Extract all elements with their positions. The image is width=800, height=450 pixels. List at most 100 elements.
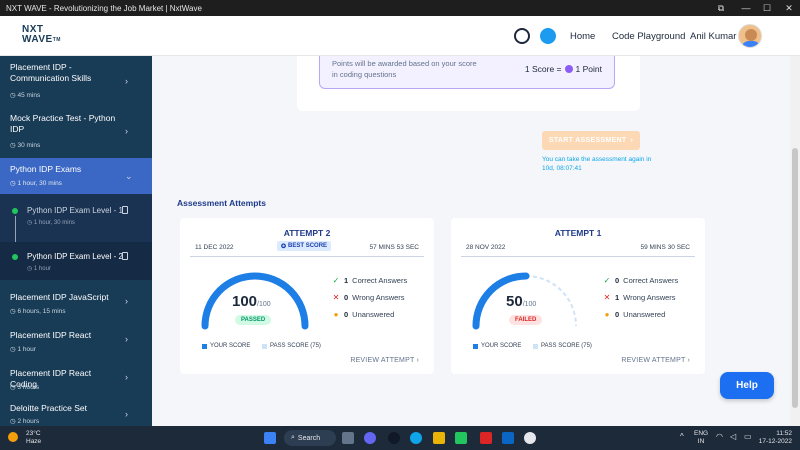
- sidebar-item-mock-practice-test[interactable]: Mock Practice Test - Python IDP ◷ 30 min…: [0, 104, 152, 154]
- windows-start-icon[interactable]: [264, 432, 276, 444]
- score-value: 50: [506, 293, 523, 310]
- main-content: Points will be awarded based on your sco…: [152, 56, 790, 426]
- chevron-right-icon: ›: [125, 296, 128, 306]
- chevron-down-icon: ⌄: [125, 171, 133, 181]
- tray-chevron-up-icon[interactable]: ^: [680, 433, 684, 441]
- attempt-card-1: ATTEMPT 1 28 NOV 2022 59 MINS 30 SEC 50/…: [451, 218, 705, 374]
- weather-condition: Haze: [26, 438, 42, 445]
- divider: [190, 256, 424, 257]
- logo-tm: TM: [52, 37, 61, 43]
- retake-note: You can take the assessment again in 10d…: [542, 156, 652, 172]
- sidebar-subitem-exam-level-1[interactable]: Python IDP Exam Level - 1 ◷ 1 hour, 30 m…: [0, 194, 152, 246]
- store-icon[interactable]: [455, 432, 467, 444]
- volume-icon[interactable]: ◁: [730, 433, 736, 441]
- subitem-label: Python IDP Exam Level - 2: [27, 252, 123, 261]
- duration-text: 45 mins: [17, 92, 41, 99]
- attempt-date: 28 NOV 2022: [466, 244, 506, 251]
- stopwatch-icon[interactable]: [514, 28, 530, 44]
- share-icon[interactable]: ⧉: [710, 0, 732, 16]
- legend-your-score: YOUR SCORE: [473, 343, 521, 349]
- sidebar-subitem-exam-level-2[interactable]: Python IDP Exam Level - 2 ◷ 1 hour: [0, 242, 152, 280]
- dell-icon[interactable]: [388, 432, 400, 444]
- review-attempt-link[interactable]: REVIEW ATTEMPT ›: [350, 357, 419, 364]
- legend-your-score: YOUR SCORE: [202, 343, 250, 349]
- avatar-face: [745, 29, 757, 41]
- sidebar-item-placement-react[interactable]: Placement IDP React ◷ 1 hour ›: [0, 322, 152, 358]
- task-view-icon[interactable]: [342, 432, 354, 444]
- check-icon: ✓: [332, 276, 340, 285]
- teams-icon[interactable]: [364, 432, 376, 444]
- user-name[interactable]: Anil Kumar: [690, 31, 736, 42]
- sidebar-item-python-idp-exams[interactable]: Python IDP Exams ◷ 1 hour, 30 mins ⌄: [0, 158, 152, 194]
- chevron-right-icon: ›: [687, 357, 690, 364]
- chat-icon[interactable]: [540, 28, 556, 44]
- sun-icon: [8, 432, 18, 442]
- divider: [461, 256, 695, 257]
- sidebar-item-label: Placement IDP JavaScript: [10, 292, 109, 302]
- dot-icon: ●: [604, 310, 610, 319]
- help-button[interactable]: Help: [720, 372, 774, 399]
- sidebar-item-duration: ◷ 1 hour, 30 mins: [10, 180, 62, 187]
- correct-label: Correct Answers: [352, 276, 408, 285]
- check-icon: ✓: [603, 276, 611, 285]
- stat-unanswered: ● 0 Unanswered: [603, 310, 666, 319]
- logo-line2: WAVE: [22, 34, 53, 45]
- sidebar-item-label: Mock Practice Test - Python IDP: [10, 113, 116, 134]
- clock-date: 17-12-2022: [758, 438, 792, 445]
- sidebar-item-duration: ◷ 30 mins: [10, 142, 41, 149]
- nav-code-playground-link[interactable]: Code Playground: [612, 31, 685, 42]
- legend-label: YOUR SCORE: [210, 343, 251, 349]
- close-button[interactable]: ✕: [778, 0, 800, 16]
- wifi-icon[interactable]: ◠: [716, 433, 723, 441]
- search-icon: ⌕: [291, 434, 295, 441]
- unanswered-label: Unanswered: [623, 310, 666, 319]
- battery-icon[interactable]: ▭: [744, 433, 752, 441]
- chevron-right-icon: ›: [416, 357, 419, 364]
- start-assessment-label: START ASSESSMENT: [548, 137, 627, 144]
- correct-count: 1: [344, 276, 349, 285]
- scrollbar-thumb[interactable]: [792, 148, 798, 408]
- legend-swatch: [202, 343, 207, 349]
- review-label: REVIEW ATTEMPT: [621, 357, 686, 364]
- sidebar-item-duration: ◷ 45 mins: [10, 92, 41, 99]
- nxtwave-logo[interactable]: NXT WAVETM: [22, 25, 61, 45]
- legend-label: PASS SCORE (75): [541, 343, 592, 349]
- avatar-shirt: [741, 41, 761, 47]
- clock[interactable]: 11:52 17-12-2022: [758, 430, 792, 446]
- unanswered-count: 0: [615, 310, 620, 319]
- attempt-title: ATTEMPT 1: [554, 228, 602, 238]
- top-header: NXT WAVETM Home Code Playground Anil Kum…: [0, 16, 800, 56]
- attempt-title: ATTEMPT 2: [283, 228, 331, 238]
- start-assessment-button[interactable]: START ASSESSMENT ›: [542, 131, 640, 150]
- duration-text: 30 mins: [17, 142, 41, 149]
- wrong-label: Wrong Answers: [352, 293, 405, 302]
- avatar[interactable]: [738, 24, 762, 48]
- edge-icon[interactable]: [410, 432, 422, 444]
- file-explorer-icon[interactable]: [433, 432, 445, 444]
- duration-text: 1 hour: [17, 346, 36, 353]
- chrome-app-icon[interactable]: [524, 432, 536, 444]
- review-attempt-link[interactable]: REVIEW ATTEMPT ›: [621, 357, 690, 364]
- sidebar-item-duration: ◷ 3 hours: [10, 384, 40, 391]
- review-label: REVIEW ATTEMPT: [350, 357, 415, 364]
- sidebar-item-placement-react-coding[interactable]: Placement IDP React Coding ◷ 3 hours ›: [0, 360, 152, 396]
- score-equation: 1 Score = 1 Point: [525, 64, 602, 74]
- legend-pass-score: PASS SCORE (75): [262, 343, 321, 349]
- duration-text: 1 hour: [33, 266, 51, 272]
- linkedin-icon[interactable]: [502, 432, 514, 444]
- nav-home-link[interactable]: Home: [570, 31, 595, 42]
- sidebar-item-deloitte-practice-set[interactable]: Deloitte Practice Set ◷ 2 hours ›: [0, 398, 152, 426]
- legend-label: PASS SCORE (75): [270, 343, 321, 349]
- stat-correct: ✓ 0 Correct Answers: [603, 276, 679, 285]
- sidebar-item-label: Python IDP Exams: [10, 164, 82, 174]
- mcafee-icon[interactable]: [480, 432, 492, 444]
- language-indicator[interactable]: ENG IN: [694, 430, 708, 446]
- help-label: Help: [736, 380, 758, 391]
- chevron-right-icon: ›: [125, 126, 128, 136]
- maximize-button[interactable]: ☐: [756, 0, 778, 16]
- sidebar-item-placement-javascript[interactable]: Placement IDP JavaScript ◷ 6 hours, 15 m…: [0, 284, 152, 320]
- sidebar-item-communication-skills[interactable]: Placement IDP - Communication Skills ◷ 4…: [0, 56, 152, 101]
- medal-icon: ✪: [281, 243, 287, 250]
- minimize-button[interactable]: —: [735, 0, 757, 16]
- taskbar-search[interactable]: ⌕ Search: [284, 430, 336, 446]
